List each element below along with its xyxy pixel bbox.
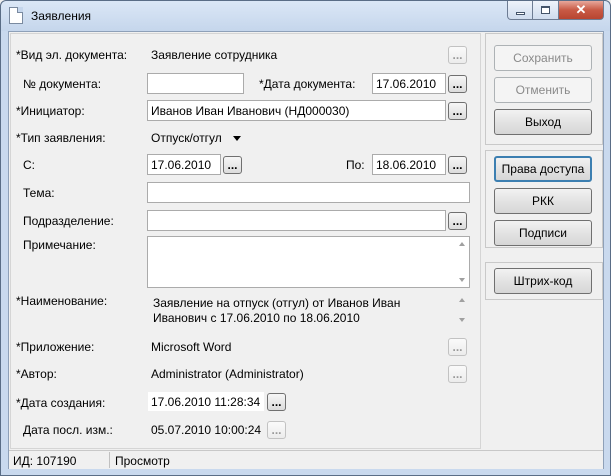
- to-date-picker-button[interactable]: ...: [448, 156, 467, 174]
- doc-date-label: *Дата документа:: [259, 77, 356, 91]
- main-actions-group: Сохранить Отменить Выход: [485, 33, 603, 145]
- scroll-up-icon[interactable]: [459, 298, 465, 302]
- status-divider: [109, 452, 110, 468]
- close-icon: ✕: [575, 2, 587, 17]
- maximize-icon: [541, 6, 550, 14]
- barcode-group: Штрих-код: [485, 262, 603, 300]
- author-label: *Автор:: [16, 367, 57, 381]
- from-date-input[interactable]: 17.06.2010: [147, 154, 221, 175]
- name-label: *Наименование:: [16, 294, 108, 308]
- doc-date-picker-button[interactable]: ...: [448, 75, 467, 93]
- author-ellipsis-button[interactable]: ...: [448, 365, 467, 383]
- created-date-picker-button[interactable]: ...: [267, 393, 286, 411]
- modified-date-picker-button[interactable]: ...: [267, 421, 286, 439]
- request-type-label: *Тип заявления:: [16, 131, 106, 145]
- initiator-ellipsis-button[interactable]: ...: [448, 102, 467, 120]
- chevron-down-icon: [233, 136, 241, 141]
- window-controls: ✕: [507, 1, 604, 21]
- doc-date-input[interactable]: 17.06.2010: [372, 73, 446, 94]
- attachment-field: Microsoft Word: [147, 336, 446, 357]
- application-window: Заявления ✕ *Вид эл. документа: Заявлени…: [0, 0, 611, 476]
- minimize-icon: [515, 11, 525, 15]
- minimize-button[interactable]: [507, 1, 533, 20]
- from-date-picker-button[interactable]: ...: [223, 156, 242, 174]
- name-scrollbar[interactable]: [456, 293, 469, 327]
- modified-field: 05.07.2010 10:00:24: [147, 419, 265, 440]
- request-type-select[interactable]: Отпуск/отгул: [147, 127, 246, 148]
- document-icon: [9, 7, 23, 24]
- title-bar[interactable]: Заявления ✕: [1, 1, 610, 31]
- maximize-button[interactable]: [533, 1, 559, 20]
- doc-type-label: *Вид эл. документа:: [16, 48, 128, 62]
- attachment-ellipsis-button[interactable]: ...: [448, 338, 467, 356]
- to-date-input[interactable]: 18.06.2010: [372, 154, 446, 175]
- status-bar: ИД: 107190 Просмотр: [9, 450, 603, 469]
- window-client-area: *Вид эл. документа: Заявление сотрудника…: [8, 31, 604, 469]
- department-input[interactable]: [147, 210, 446, 231]
- close-button[interactable]: ✕: [559, 1, 604, 20]
- initiator-input[interactable]: Иванов Иван Иванович (НД000030): [147, 100, 446, 121]
- department-label: Подразделение:: [23, 214, 114, 228]
- rkk-button[interactable]: РКК: [494, 188, 592, 214]
- created-label: *Дата создания:: [16, 396, 106, 410]
- note-textarea[interactable]: [147, 236, 470, 288]
- status-mode: Просмотр: [115, 454, 170, 468]
- cancel-button[interactable]: Отменить: [494, 77, 592, 103]
- from-label: С:: [23, 158, 35, 172]
- name-text: Заявление на отпуск (отгул) от Иванов Ив…: [153, 296, 401, 325]
- attachment-label: *Приложение:: [16, 340, 95, 354]
- note-label: Примечание:: [23, 238, 96, 252]
- window-title: Заявления: [31, 9, 92, 23]
- form-panel: *Вид эл. документа: Заявление сотрудника…: [10, 33, 481, 449]
- subject-label: Тема:: [23, 186, 55, 200]
- access-rights-button[interactable]: Права доступа: [494, 156, 592, 182]
- status-id: ИД: 107190: [13, 454, 77, 468]
- note-scrollbar[interactable]: [456, 237, 469, 287]
- scroll-down-icon[interactable]: [459, 318, 465, 322]
- author-field: Administrator (Administrator): [147, 363, 446, 384]
- signatures-button[interactable]: Подписи: [494, 220, 592, 246]
- scroll-up-icon[interactable]: [459, 242, 465, 246]
- save-button[interactable]: Сохранить: [494, 45, 592, 71]
- doc-type-field: Заявление сотрудника: [147, 44, 447, 65]
- request-type-value: Отпуск/отгул: [151, 131, 222, 145]
- name-field: Заявление на отпуск (отгул) от Иванов Ив…: [147, 292, 470, 328]
- modified-label: Дата посл. изм.:: [23, 423, 113, 437]
- barcode-button[interactable]: Штрих-код: [494, 268, 592, 294]
- subject-input[interactable]: [147, 182, 470, 203]
- doc-number-label: № документа:: [23, 77, 102, 91]
- created-field: 17.06.2010 11:28:34: [147, 391, 265, 412]
- scroll-down-icon[interactable]: [459, 278, 465, 282]
- department-ellipsis-button[interactable]: ...: [448, 212, 467, 230]
- to-label: По:: [346, 158, 365, 172]
- doc-number-input[interactable]: [147, 73, 244, 94]
- doc-type-ellipsis-button[interactable]: ...: [448, 46, 467, 64]
- exit-button[interactable]: Выход: [494, 109, 592, 135]
- extra-actions-group: Права доступа РКК Подписи: [485, 150, 603, 248]
- initiator-label: *Инициатор:: [16, 104, 85, 118]
